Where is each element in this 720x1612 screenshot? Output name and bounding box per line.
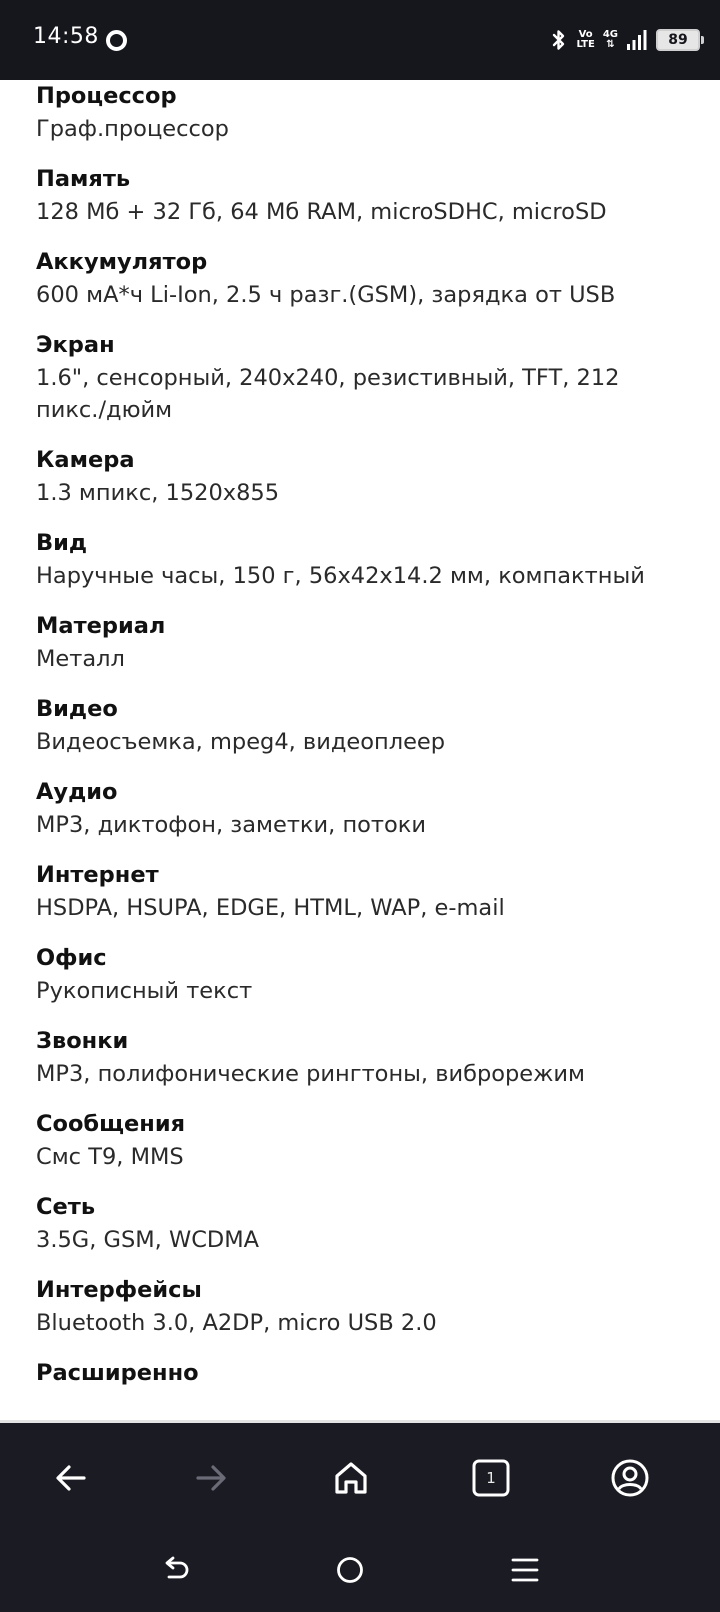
spec-value: 128 Мб + 32 Гб, 64 Мб RAM, microSDHC, mi… [36,199,607,225]
spec-label: Материал [36,613,166,639]
spec-label: Камера [36,447,135,473]
spec-label: Аудио [36,779,118,805]
data-arrows-icon: ⇅ [606,39,615,50]
spec-item: Аудио MP3, диктофон, заметки, потоки [36,776,676,841]
spec-value: 1.3 мпикс, 1520x855 [36,480,280,506]
battery-icon: 89 [656,29,704,51]
nav-menu-button[interactable] [500,1545,550,1595]
nav-back-button[interactable] [151,1545,201,1595]
status-bar: 14:58 Vo LTE 4G ⇅ 89 [0,0,720,80]
status-icons: Vo LTE 4G ⇅ 89 [550,24,704,56]
spec-value: MP3, диктофон, заметки, потоки [36,812,427,838]
spec-item: Аккумулятор 600 мА*ч Li-Ion, 2.5 ч разг.… [36,246,676,311]
nav-back-icon [165,1556,189,1579]
tabs-button[interactable]: 1 [466,1453,516,1503]
bluetooth-icon [553,30,565,50]
spec-label: Вид [36,530,88,556]
spec-label: Сообщения [36,1111,186,1137]
spec-label: Интерфейсы [36,1277,202,1303]
browser-toolbar: 1 [0,1423,720,1533]
spec-label: Память [36,166,131,192]
spec-item: Процессор Граф.процессор [36,80,676,145]
profile-icon [611,1459,649,1497]
spec-item: Вид Наручные часы, 150 г, 56x42x14.2 мм,… [36,527,676,592]
notification-circle-icon [106,30,127,51]
back-button[interactable] [46,1453,96,1503]
spec-item: Экран 1.6", сенсорный, 240x240, резистив… [36,329,676,426]
back-arrow-icon [56,1465,86,1491]
nav-home-button[interactable] [325,1545,375,1595]
spec-value: Рукописный текст [36,978,253,1004]
spec-item: Звонки MP3, полифонические рингтоны, виб… [36,1025,676,1090]
spec-label: Интернет [36,862,159,888]
profile-button[interactable] [605,1453,655,1503]
spec-label: Видео [36,696,118,722]
spec-value: HSDPA, HSUPA, EDGE, HTML, WAP, e-mail [36,895,505,921]
spec-label: Процессор [36,83,177,109]
spec-item: Сеть 3.5G, GSM, WCDMA [36,1191,676,1256]
home-button[interactable] [326,1453,376,1503]
spec-value: Металл [36,646,125,672]
spec-value: MP3, полифонические рингтоны, виброрежим [36,1061,586,1087]
spec-item: Расширенно [36,1357,676,1390]
spec-value: Наручные часы, 150 г, 56x42x14.2 мм, ком… [36,563,645,589]
spec-label: Аккумулятор [36,249,208,275]
spec-value: 600 мА*ч Li-Ion, 2.5 ч разг.(GSM), заряд… [36,282,616,308]
volte-icon: Vo LTE [576,30,594,50]
spec-value: Bluetooth 3.0, A2DP, micro USB 2.0 [36,1310,437,1336]
spec-label: Сеть [36,1194,96,1220]
signal-strength-icon [627,30,647,50]
nav-home-icon [337,1557,363,1583]
nav-menu-icon [511,1558,539,1582]
network-type-icon: 4G ⇅ [603,30,618,50]
spec-value: Смс T9, MMS [36,1144,184,1170]
spec-item: Интерфейсы Bluetooth 3.0, A2DP, micro US… [36,1274,676,1339]
spec-value: Видеосъемка, mpeg4, видеоплеер [36,729,446,755]
spec-label: Звонки [36,1028,129,1054]
spec-label: Расширенно [36,1360,199,1386]
battery-level: 89 [668,32,688,48]
status-time: 14:58 [33,24,99,49]
spec-label: Экран [36,332,115,358]
spec-item: Видео Видеосъемка, mpeg4, видеоплеер [36,693,676,758]
spec-item: Офис Рукописный текст [36,942,676,1007]
tabs-count: 1 [486,1469,496,1487]
specs-list: Процессор Граф.процессор Память 128 Мб +… [36,80,676,1420]
forward-button[interactable] [186,1453,236,1503]
spec-item: Камера 1.3 мпикс, 1520x855 [36,444,676,509]
spec-value: Граф.процессор [36,116,229,142]
spec-item: Сообщения Смс T9, MMS [36,1108,676,1173]
spec-label: Офис [36,945,107,971]
spec-value: 3.5G, GSM, WCDMA [36,1227,260,1253]
forward-arrow-icon [196,1465,226,1491]
spec-item: Материал Металл [36,610,676,675]
spec-item: Память 128 Мб + 32 Гб, 64 Мб RAM, microS… [36,163,676,228]
home-icon [335,1462,367,1494]
system-navigation-bar [0,1533,720,1612]
spec-value: 1.6", сенсорный, 240x240, резистивный, T… [36,365,620,423]
spec-item: Интернет HSDPA, HSUPA, EDGE, HTML, WAP, … [36,859,676,924]
volte-bottom-label: LTE [576,39,595,50]
